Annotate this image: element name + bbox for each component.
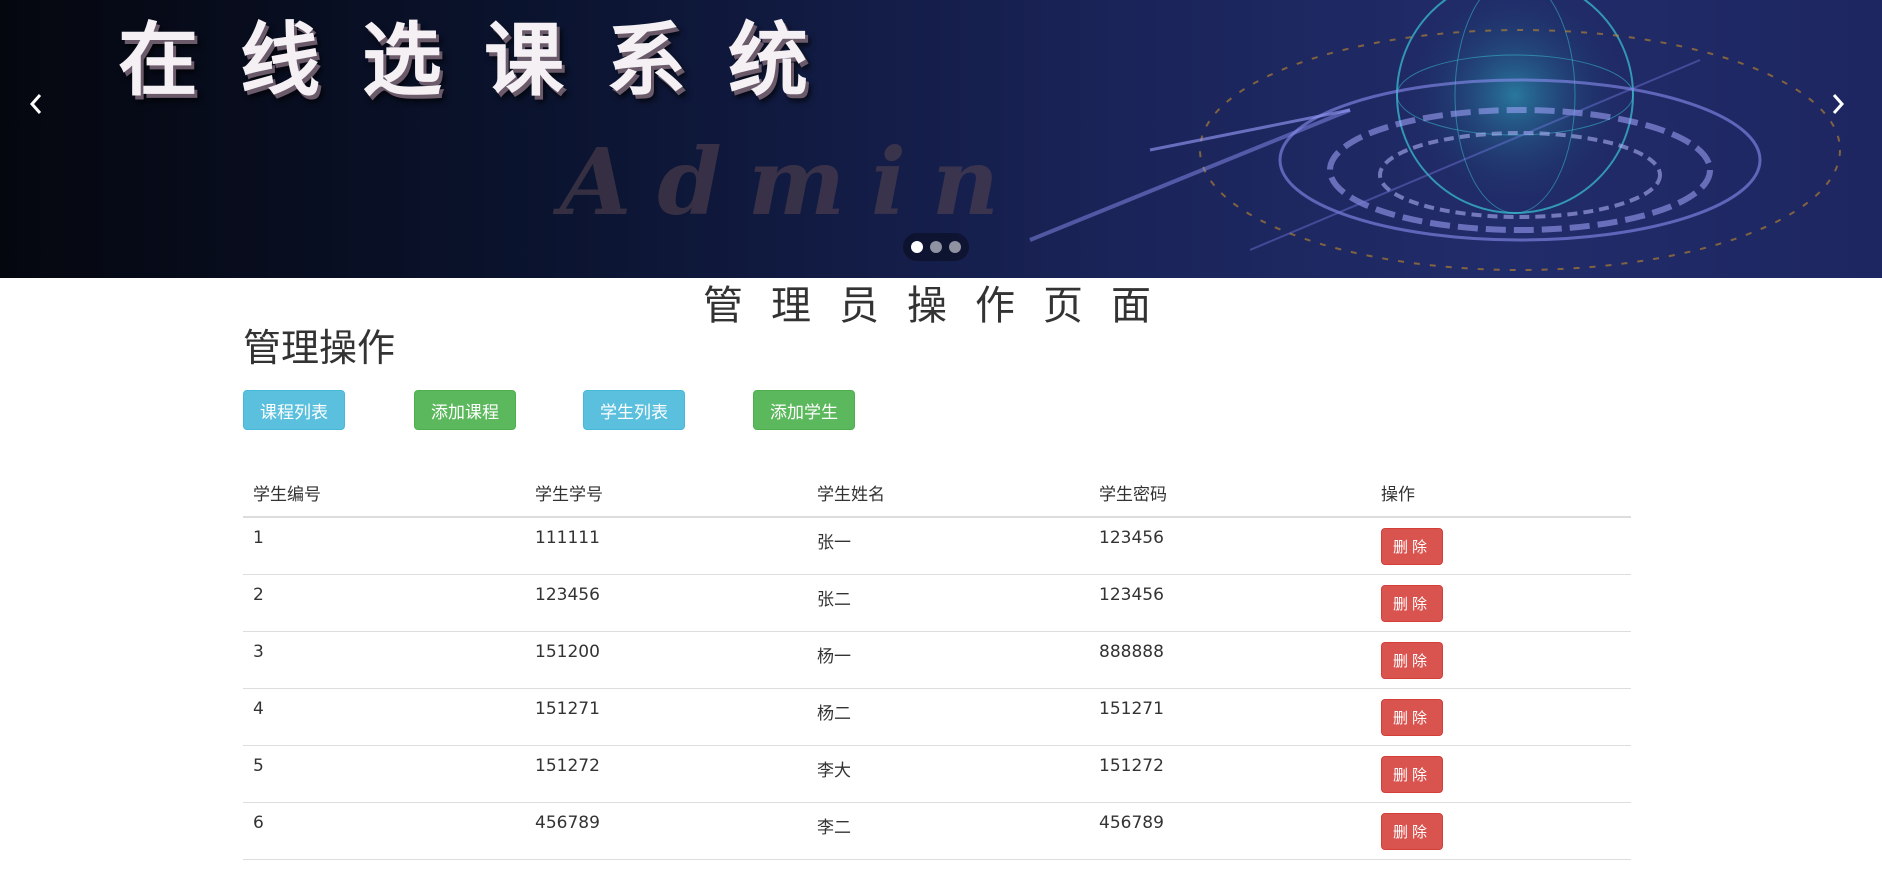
- section-title: 管理操作: [243, 326, 396, 370]
- cell-name: 张二: [807, 574, 1089, 632]
- cell-password: 888888: [1089, 631, 1371, 689]
- cell-id: 2: [243, 574, 525, 632]
- table-header-row: 学生编号 学生学号 学生姓名 学生密码 操作: [243, 468, 1631, 518]
- table-row: 2 123456 张二 123456 删除: [243, 574, 1631, 632]
- header-student-name: 学生姓名: [807, 468, 1089, 518]
- banner-subtitle: Admin: [560, 128, 1025, 236]
- cell-id: 4: [243, 688, 525, 746]
- cell-action: 删除: [1371, 574, 1631, 632]
- cell-id: 3: [243, 631, 525, 689]
- cell-id: 6: [243, 802, 525, 860]
- cell-password: 123456: [1089, 574, 1371, 632]
- delete-button[interactable]: 删除: [1381, 641, 1443, 679]
- cell-action: 删除: [1371, 517, 1631, 575]
- cell-student-no: 456789: [525, 802, 807, 860]
- carousel-next-button[interactable]: [1818, 84, 1858, 124]
- cell-action: 删除: [1371, 745, 1631, 803]
- cell-student-no: 123456: [525, 574, 807, 632]
- cell-id: 5: [243, 745, 525, 803]
- table-row: 6 456789 李二 456789 删除: [243, 802, 1631, 860]
- student-list-button[interactable]: 学生列表: [583, 390, 685, 430]
- delete-button[interactable]: 删除: [1381, 698, 1443, 736]
- table-row: 5 151272 李大 151272 删除: [243, 745, 1631, 803]
- table-row: 3 151200 杨一 888888 删除: [243, 631, 1631, 689]
- cell-action: 删除: [1371, 802, 1631, 860]
- cell-name: 杨一: [807, 631, 1089, 689]
- table-row: 1 111111 张一 123456 删除: [243, 517, 1631, 575]
- cell-name: 李二: [807, 802, 1089, 860]
- header-student-id: 学生编号: [243, 468, 525, 518]
- student-table: 学生编号 学生学号 学生姓名 学生密码 操作 1 111111 张一 12345…: [243, 468, 1631, 860]
- cell-password: 123456: [1089, 517, 1371, 575]
- cell-action: 删除: [1371, 688, 1631, 746]
- cell-student-no: 151271: [525, 688, 807, 746]
- delete-button[interactable]: 删除: [1381, 528, 1443, 565]
- cell-name: 张一: [807, 517, 1089, 575]
- cell-student-no: 151272: [525, 745, 807, 803]
- cell-password: 456789: [1089, 802, 1371, 860]
- carousel-dot-2[interactable]: [930, 241, 942, 253]
- delete-button[interactable]: 删除: [1381, 812, 1443, 850]
- header-student-password: 学生密码: [1089, 468, 1371, 518]
- carousel-indicators: [903, 233, 969, 261]
- add-course-button[interactable]: 添加课程: [414, 390, 516, 430]
- carousel-banner: 在线选课系统 Admin: [0, 0, 1882, 278]
- add-student-button[interactable]: 添加学生: [753, 390, 855, 430]
- header-student-no: 学生学号: [525, 468, 807, 518]
- cell-student-no: 151200: [525, 631, 807, 689]
- table-row: 4 151271 杨二 151271 删除: [243, 688, 1631, 746]
- carousel-dot-1[interactable]: [911, 241, 923, 253]
- chevron-right-icon: [1832, 94, 1845, 114]
- carousel-prev-button[interactable]: [16, 84, 56, 124]
- course-list-button[interactable]: 课程列表: [243, 390, 345, 430]
- banner-title: 在线选课系统: [118, 13, 850, 107]
- cell-action: 删除: [1371, 631, 1631, 689]
- cell-id: 1: [243, 517, 525, 575]
- cell-student-no: 111111: [525, 517, 807, 575]
- header-action: 操作: [1371, 468, 1631, 518]
- cell-name: 杨二: [807, 688, 1089, 746]
- cell-name: 李大: [807, 745, 1089, 803]
- delete-button[interactable]: 删除: [1381, 584, 1443, 622]
- carousel-dot-3[interactable]: [949, 241, 961, 253]
- delete-button[interactable]: 删除: [1381, 755, 1443, 793]
- chevron-left-icon: [29, 94, 42, 114]
- cell-password: 151271: [1089, 688, 1371, 746]
- cell-password: 151272: [1089, 745, 1371, 803]
